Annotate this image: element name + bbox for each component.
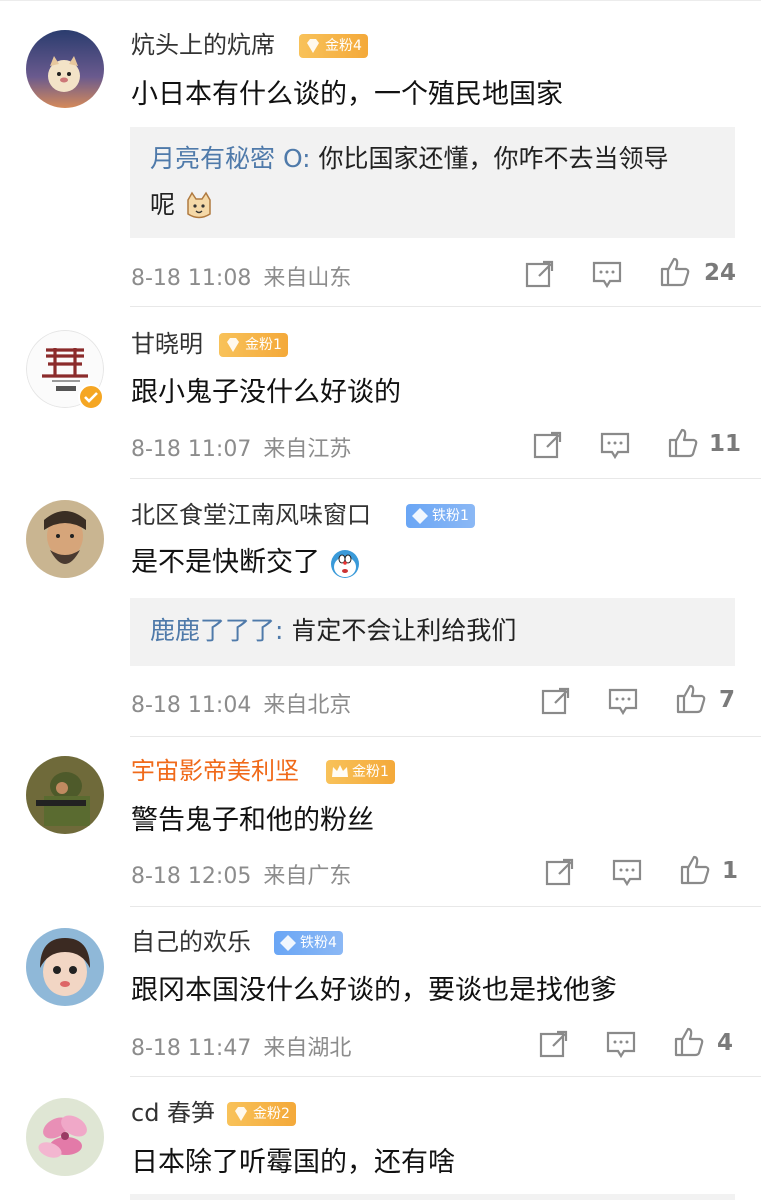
like-icon[interactable] — [675, 683, 707, 715]
comment-icon[interactable] — [591, 258, 623, 290]
comment-location: 来自江苏 — [263, 437, 352, 462]
divider — [130, 1076, 761, 1077]
comment-location: 来自山东 — [263, 266, 352, 291]
comment-time: 8-18 11:08 — [131, 266, 252, 291]
reply-text: 你比国家还懂，你咋不去当领导 — [310, 144, 669, 173]
reply-preview — [130, 1194, 735, 1200]
comment-text: 日本除了听霉国的，还有啥 — [131, 1147, 455, 1178]
like-icon[interactable] — [673, 1026, 705, 1058]
badge-label: 铁粉4 — [300, 935, 337, 951]
comment-meta: 8-18 11:04 来自北京 — [131, 687, 351, 719]
comment-location: 来自湖北 — [263, 1036, 352, 1061]
divider — [130, 306, 761, 307]
like-icon[interactable] — [679, 854, 711, 886]
share-icon[interactable] — [531, 429, 563, 461]
gem-icon — [227, 338, 239, 352]
avatar[interactable] — [26, 500, 104, 578]
like-count: 24 — [704, 260, 737, 286]
comment-text: 警告鬼子和他的粉丝 — [131, 805, 374, 836]
username[interactable]: 自己的欢乐 — [131, 927, 251, 957]
diamond-icon — [412, 508, 428, 524]
comment-meta: 8-18 11:47 来自湖北 — [131, 1030, 351, 1062]
reply-text-continued: 呢 — [150, 190, 176, 219]
comment-text: 是不是快断交了 — [131, 546, 361, 580]
comment-meta: 8-18 12:05 来自广东 — [131, 858, 351, 890]
comment-meta: 8-18 11:08 来自山东 — [131, 260, 351, 292]
divider — [130, 478, 761, 479]
comment-item: cd 春笋 金粉2 日本除了听霉国的，还有啥 — [0, 1078, 761, 1200]
username[interactable]: cd 春笋 — [131, 1098, 215, 1128]
username[interactable]: 北区食堂江南风味窗口 — [131, 500, 371, 530]
reply-username[interactable]: 月亮有秘密 O: — [150, 144, 311, 173]
comment-location: 来自北京 — [263, 693, 352, 718]
comment-text: 跟小鬼子没什么好谈的 — [131, 377, 401, 408]
badge-label: 金粉4 — [325, 38, 362, 54]
comment-icon[interactable] — [599, 429, 631, 461]
comment-item: 甘晓明 金粉1 跟小鬼子没什么好谈的 8-18 11:07 来自江苏 11 — [0, 308, 761, 480]
diamond-icon — [280, 935, 296, 951]
avatar[interactable] — [26, 30, 104, 108]
reply-preview[interactable]: 鹿鹿了了了: 肯定不会让利给我们 — [130, 598, 735, 666]
username[interactable]: 炕头上的炕席 — [131, 30, 275, 60]
gem-icon — [235, 1107, 247, 1121]
reply-preview[interactable]: 月亮有秘密 O: 你比国家还懂，你咋不去当领导 呢 — [130, 127, 735, 238]
badge-label: 金粉2 — [253, 1106, 290, 1122]
comment-item: 炕头上的炕席 金粉4 小日本有什么谈的，一个殖民地国家 月亮有秘密 O: 你比国… — [0, 0, 761, 308]
badge-label: 金粉1 — [352, 764, 389, 780]
username[interactable]: 甘晓明 — [131, 329, 203, 359]
comment-meta: 8-18 11:07 来自江苏 — [131, 431, 351, 463]
share-icon[interactable] — [539, 685, 571, 717]
share-icon[interactable] — [523, 258, 555, 290]
like-count: 7 — [719, 687, 736, 713]
fan-badge: 铁粉1 — [406, 504, 475, 528]
comment-text: 跟冈本国没什么好谈的，要谈也是找他爹 — [131, 975, 617, 1006]
comment-location: 来自广东 — [263, 864, 352, 889]
avatar[interactable] — [26, 928, 104, 1006]
avatar[interactable] — [26, 1098, 104, 1176]
crown-icon — [332, 765, 348, 777]
comment-icon[interactable] — [607, 685, 639, 717]
badge-label: 铁粉1 — [432, 508, 469, 524]
fan-badge: 金粉4 — [299, 34, 368, 58]
comment-item: 宇宙影帝美利坚 金粉1 警告鬼子和他的粉丝 8-18 12:05 来自广东 1 — [0, 738, 761, 908]
comment-item: 自己的欢乐 铁粉4 跟冈本国没什么好谈的，要谈也是找他爹 8-18 11:47 来… — [0, 908, 761, 1078]
comment-text: 小日本有什么谈的，一个殖民地国家 — [131, 79, 563, 110]
reply-text: 肯定不会让利给我们 — [283, 616, 517, 645]
fan-badge: 金粉2 — [227, 1102, 296, 1126]
divider — [130, 906, 761, 907]
like-count: 4 — [717, 1030, 734, 1056]
username[interactable]: 宇宙影帝美利坚 — [131, 756, 299, 786]
cat-face-emoji — [187, 191, 211, 219]
fan-badge: 铁粉4 — [274, 931, 343, 955]
like-count: 11 — [709, 431, 742, 457]
comment-icon[interactable] — [605, 1028, 637, 1060]
like-count: 1 — [722, 858, 739, 884]
like-icon[interactable] — [667, 427, 699, 459]
comment-time: 8-18 11:04 — [131, 693, 252, 718]
share-icon[interactable] — [537, 1028, 569, 1060]
fan-badge: 金粉1 — [326, 760, 395, 784]
verified-icon — [78, 384, 104, 410]
badge-label: 金粉1 — [245, 337, 282, 353]
share-icon[interactable] — [543, 856, 575, 888]
gem-icon — [307, 39, 319, 53]
avatar[interactable] — [26, 756, 104, 834]
doraemon-emoji — [330, 549, 359, 578]
comment-icon[interactable] — [611, 856, 643, 888]
comment-time: 8-18 11:07 — [131, 437, 252, 462]
fan-badge: 金粉1 — [219, 333, 288, 357]
reply-username[interactable]: 鹿鹿了了了: — [150, 616, 283, 645]
comment-time: 8-18 12:05 — [131, 864, 252, 889]
comment-time: 8-18 11:47 — [131, 1036, 252, 1061]
comment-item: 北区食堂江南风味窗口 铁粉1 是不是快断交了 鹿鹿了了了: 肯定不会让利给我们 … — [0, 480, 761, 738]
divider — [130, 736, 761, 737]
like-icon[interactable] — [659, 256, 691, 288]
